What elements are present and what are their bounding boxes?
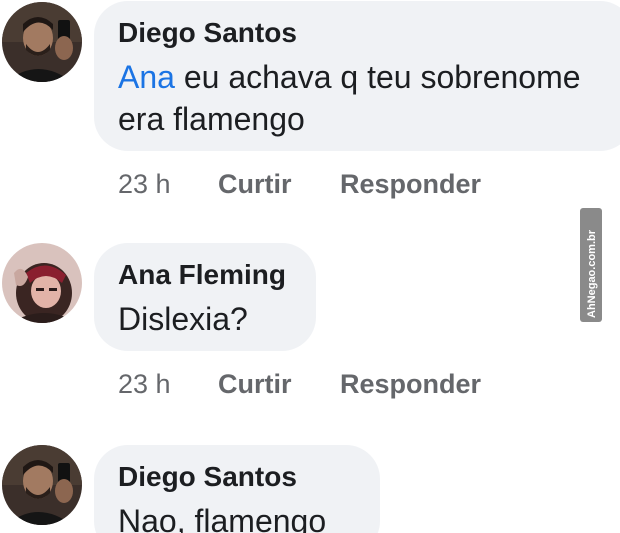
comment-author[interactable]: Diego Santos <box>118 460 380 494</box>
watermark-logo: AhNegao.com.br <box>586 229 598 318</box>
man-selfie-avatar-icon <box>2 445 82 525</box>
diego-santos-avatar[interactable] <box>2 445 82 525</box>
diego-santos-avatar[interactable] <box>2 2 82 82</box>
comment-timestamp[interactable]: 23 h <box>118 167 218 201</box>
comment-text-line1: eu achava q teu sobrenome <box>174 59 581 95</box>
reply-button[interactable]: Responder <box>340 167 481 201</box>
comment-bubble: Ana Fleming Dislexia? <box>94 243 316 351</box>
comment-thread: Diego Santos Ana eu achava q teu sobreno… <box>0 0 620 533</box>
mention-link[interactable]: Ana <box>118 59 175 95</box>
comment-author[interactable]: Ana Fleming <box>118 258 316 292</box>
reply-button[interactable]: Responder <box>340 367 481 401</box>
man-selfie-avatar-icon <box>2 2 82 82</box>
comment-author[interactable]: Diego Santos <box>118 16 620 50</box>
comment-text: Ana eu achava q teu sobrenome era flamen… <box>118 56 620 140</box>
comment-actions: 23 h Curtir Responder <box>118 167 481 201</box>
like-button[interactable]: Curtir <box>218 167 340 201</box>
woman-avatar-icon <box>2 243 82 323</box>
ahnegao-watermark: AhNegao.com.br <box>580 208 602 322</box>
comment-bubble: Diego Santos Nao, flamengo <box>94 445 380 533</box>
comment-bubble: Diego Santos Ana eu achava q teu sobreno… <box>94 1 620 151</box>
comment-timestamp[interactable]: 23 h <box>118 367 218 401</box>
comment-text: Nao, flamengo <box>118 503 327 533</box>
ana-fleming-avatar[interactable] <box>2 243 82 323</box>
comment-text-line2: era flamengo <box>118 101 305 137</box>
watermark-text: AhNegao.com.br <box>586 229 598 318</box>
comment-text: Dislexia? <box>118 301 248 337</box>
comment-actions: 23 h Curtir Responder <box>118 367 481 401</box>
like-button[interactable]: Curtir <box>218 367 340 401</box>
